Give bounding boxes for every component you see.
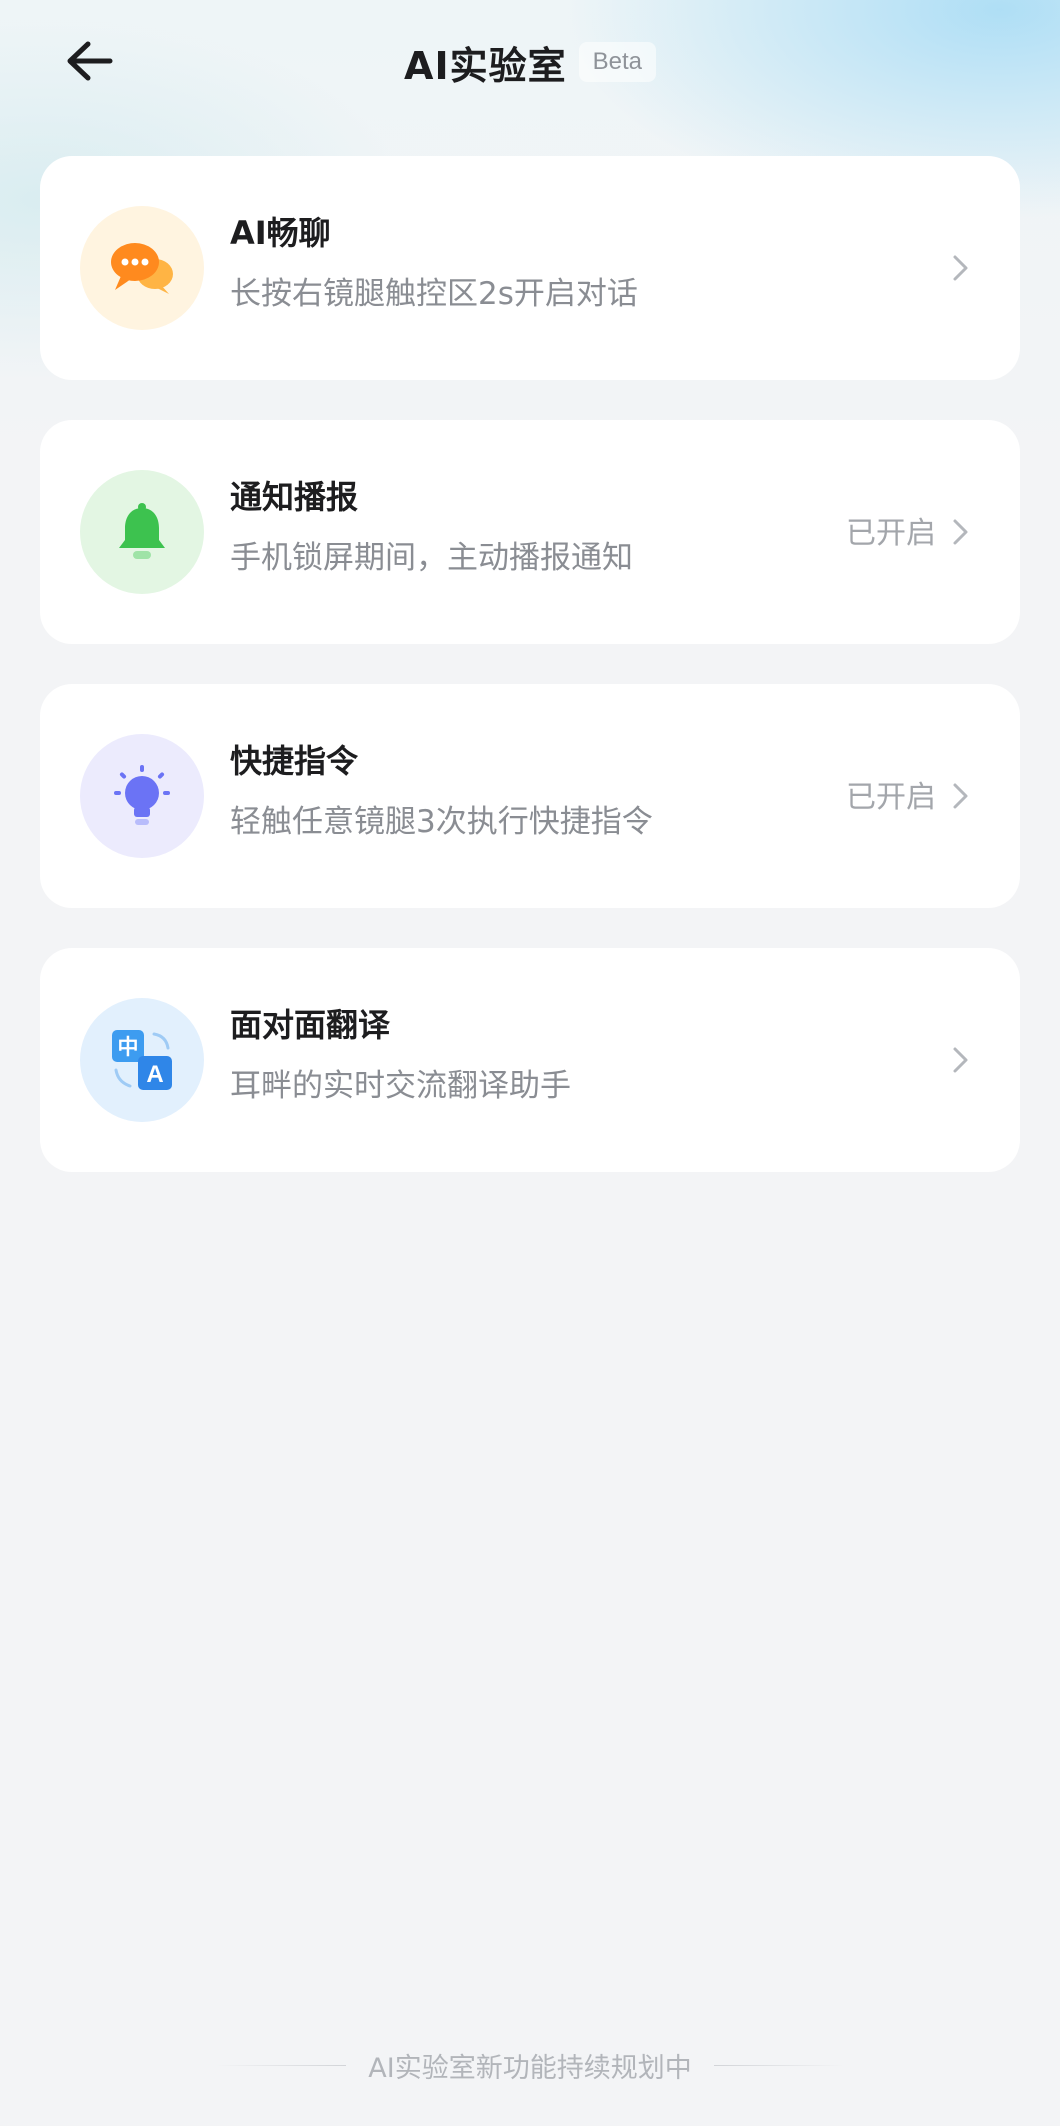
svg-text:中: 中 <box>118 1035 139 1059</box>
footer-divider-right <box>713 2065 844 2066</box>
feature-title: 快捷指令 <box>230 742 359 780</box>
chat-icon-badge <box>80 206 204 330</box>
feature-card-notification[interactable]: 通知播报 手机锁屏期间，主动播报通知 已开启 <box>40 420 1020 644</box>
feature-title: 面对面翻译 <box>230 1006 391 1044</box>
chevron-right-icon <box>953 1047 968 1073</box>
header: AI实验室 Beta <box>0 0 1060 124</box>
svg-text:A: A <box>146 1061 163 1088</box>
status-label: 已开启 <box>846 780 936 815</box>
feature-card-shortcut[interactable]: 快捷指令 轻触任意镜腿3次执行快捷指令 已开启 <box>40 684 1020 908</box>
lightbulb-icon <box>114 765 170 825</box>
chevron-right-icon <box>953 519 968 545</box>
feature-description: 耳畔的实时交流翻译助手 <box>230 1068 571 1104</box>
feature-description: 轻触任意镜腿3次执行快捷指令 <box>230 804 653 840</box>
beta-badge: Beta <box>578 42 656 82</box>
feature-description: 手机锁屏期间，主动播报通知 <box>230 540 633 576</box>
footer: AI实验室新功能持续规划中 <box>0 2046 1060 2085</box>
feature-title: 通知播报 <box>230 478 359 516</box>
lightbulb-icon-badge <box>80 734 204 858</box>
bell-icon <box>119 503 165 559</box>
feature-card-ai-chat[interactable]: AI畅聊 长按右镜腿触控区2s开启对话 <box>40 156 1020 380</box>
feature-title: AI畅聊 <box>230 214 331 252</box>
chevron-right-icon <box>953 255 968 281</box>
title-group: AI实验室 Beta <box>0 34 1060 90</box>
page-title: AI实验室 <box>404 43 567 88</box>
footer-divider-left <box>216 2065 347 2066</box>
feature-description: 长按右镜腿触控区2s开启对话 <box>230 276 638 312</box>
bell-icon-badge <box>80 470 204 594</box>
chevron-right-icon <box>953 783 968 809</box>
translate-icon-badge: 中 A <box>80 998 204 1122</box>
status-label: 已开启 <box>846 516 936 551</box>
feature-card-translation[interactable]: 中 A 面对面翻译 耳畔的实时交流翻译助手 <box>40 948 1020 1172</box>
chat-bubbles-icon <box>111 243 173 294</box>
footer-note: AI实验室新功能持续规划中 <box>368 2053 692 2084</box>
translate-icon: 中 A <box>112 1030 172 1090</box>
